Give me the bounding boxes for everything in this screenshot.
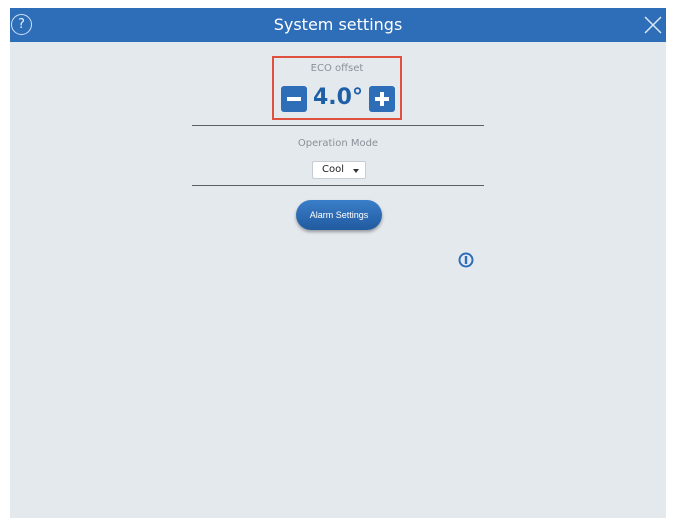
page-title: System settings xyxy=(273,15,403,34)
settings-screen: ? System settings ECO offset 4.0° Operat… xyxy=(10,8,666,518)
divider xyxy=(192,125,484,126)
operation-mode-value: Cool xyxy=(322,164,344,175)
operation-mode-select[interactable]: Cool xyxy=(312,161,366,179)
minus-icon xyxy=(287,97,301,101)
eco-offset-value: 4.0° xyxy=(313,85,363,110)
dropdown-caret-icon xyxy=(353,169,359,173)
increase-eco-button[interactable] xyxy=(369,86,395,112)
close-icon[interactable] xyxy=(642,14,664,36)
decrease-eco-button[interactable] xyxy=(281,86,307,112)
eco-offset-panel: ECO offset 4.0° xyxy=(272,56,402,120)
header-bar: ? System settings xyxy=(10,8,666,42)
info-icon[interactable] xyxy=(458,252,474,268)
eco-offset-label: ECO offset xyxy=(310,63,364,74)
alarm-settings-button[interactable]: Alarm Settings xyxy=(296,200,382,230)
operation-mode-label: Operation Mode xyxy=(297,138,379,149)
divider xyxy=(192,185,484,186)
